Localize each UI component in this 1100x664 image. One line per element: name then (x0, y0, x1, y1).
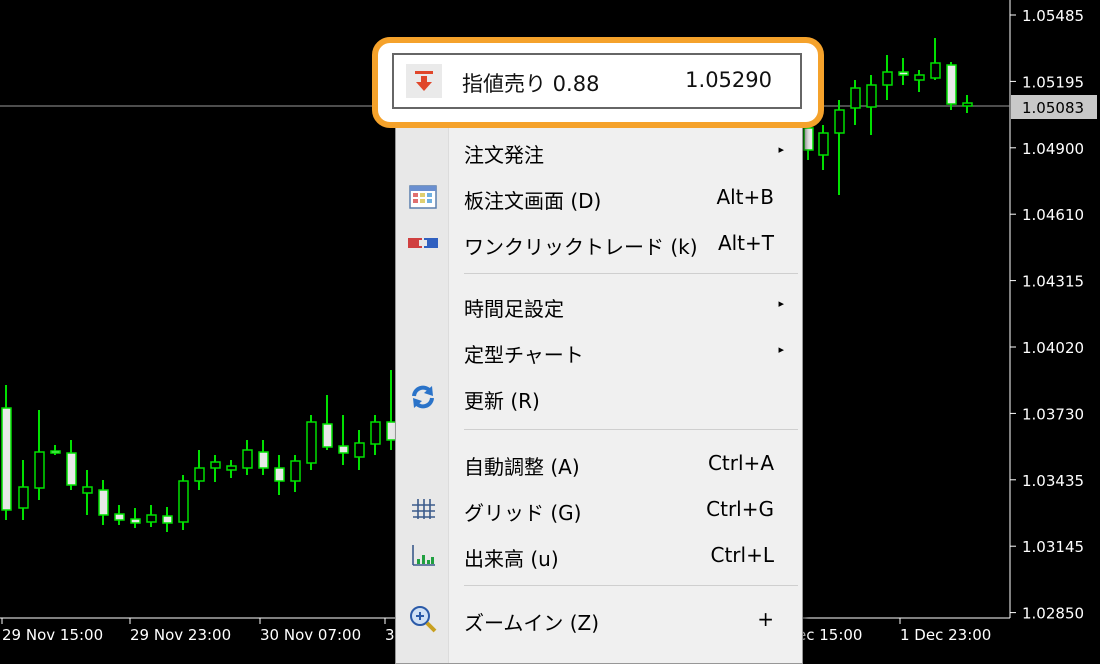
menu-item-one-click-trading[interactable]: ワンクリックトレード (k) Alt+T (396, 221, 802, 265)
candle-body (882, 71, 893, 86)
menu-item-label: 出来高 (u) (464, 547, 559, 571)
grid-icon (408, 495, 438, 523)
time-tick-label: 29 Nov 15:00 (2, 626, 103, 644)
menu-item-shortcut: Ctrl+A (707, 451, 774, 475)
time-tick-label: 29 Nov 23:00 (130, 626, 231, 644)
menu-item-label: 時間足設定 (464, 297, 564, 321)
menu-item-timeframes[interactable]: 時間足設定 ▸ (396, 283, 802, 327)
menu-item-shortcut: Ctrl+L (710, 543, 775, 567)
price-tick-label: 1.05195 (1022, 73, 1084, 91)
menu-item-shortcut: Ctrl+G (706, 497, 774, 521)
price-tick-label: 1.03730 (1022, 405, 1084, 423)
submenu-arrow-icon: ▸ (778, 343, 784, 356)
candle-body (18, 486, 29, 509)
time-tick-label: 1 Dec 23:00 (900, 626, 991, 644)
candle-body (370, 421, 381, 445)
candle-body (946, 64, 957, 105)
candle-body (898, 71, 909, 76)
candle-body (258, 451, 269, 469)
zoom-in-icon (408, 605, 438, 633)
candle-body (274, 467, 285, 482)
menu-item-grid[interactable]: グリッド (G) Ctrl+G (396, 487, 802, 531)
submenu-arrow-icon: ▸ (778, 143, 784, 156)
candle-body (803, 127, 814, 151)
candle-body (834, 109, 845, 134)
time-tick-label: 30 Nov 07:00 (260, 626, 361, 644)
candle-body (210, 461, 221, 469)
menu-item-label: ズームイン (Z) (464, 611, 600, 635)
candle-body (290, 460, 301, 482)
menu-item-label: 注文発注 (464, 143, 544, 167)
one-click-trading-icon (408, 229, 438, 257)
highlighted-menu-item-callout: 指値売り 0.88 1.05290 (372, 37, 824, 128)
time-tick-label: ec 15:00 (797, 626, 862, 644)
refresh-icon (408, 383, 438, 411)
sell-limit-label: 指値売り 0.88 (462, 72, 600, 96)
candle-body (226, 465, 237, 471)
candle-body (850, 87, 861, 109)
menu-item-refresh[interactable]: 更新 (R) (396, 375, 802, 419)
price-tick-label: 1.03435 (1022, 472, 1084, 490)
menu-item-auto-scroll[interactable]: 自動調整 (A) Ctrl+A (396, 441, 802, 485)
price-tick-label: 1.02850 (1022, 605, 1084, 623)
menu-item-zoom-in[interactable]: ズームイン (Z) + (396, 597, 802, 641)
menu-item-volumes[interactable]: 出来高 (u) Ctrl+L (396, 533, 802, 577)
price-tick-label: 1.04020 (1022, 339, 1084, 357)
menu-item-sell-limit[interactable]: 指値売り 0.88 1.05290 (392, 53, 802, 109)
price-tick-label: 1.05485 (1022, 7, 1084, 25)
menu-separator (464, 585, 798, 586)
menu-separator (464, 429, 798, 430)
menu-item-shortcut: Alt+B (716, 185, 774, 209)
candle-body (130, 518, 141, 524)
menu-item-shortcut: + (757, 607, 774, 631)
candle-body (50, 450, 61, 454)
context-menu: 注文発注 ▸ 板注文画面 (D) Alt+B ワンクリックトレード (k) Al… (395, 44, 803, 664)
price-tick-label: 1.04610 (1022, 206, 1084, 224)
candle-body (866, 84, 877, 108)
sell-limit-arrow-icon (406, 64, 442, 98)
price-tick-label: 1.04900 (1022, 140, 1084, 158)
menu-item-label: ワンクリックトレード (k) (464, 235, 698, 259)
candle-body (66, 452, 77, 486)
time-tick-label: 3 (385, 626, 395, 644)
menu-item-templates[interactable]: 定型チャート ▸ (396, 329, 802, 373)
menu-item-trading[interactable]: 注文発注 ▸ (396, 129, 802, 173)
menu-item-shortcut: Alt+T (717, 231, 774, 255)
candle-body (306, 421, 317, 464)
menu-item-label: 定型チャート (464, 343, 584, 367)
candle-body (930, 62, 941, 79)
volume-icon (408, 541, 438, 569)
candle-body (1, 407, 12, 511)
depth-of-market-icon (408, 183, 438, 211)
current-price-label: 1.05083 (1022, 99, 1084, 117)
menu-item-label: 自動調整 (A) (464, 455, 580, 479)
candle-body (98, 489, 109, 516)
submenu-arrow-icon: ▸ (778, 297, 784, 310)
menu-separator (464, 273, 798, 274)
candle-body (914, 74, 925, 81)
candle-body (818, 132, 829, 156)
menu-item-label: 板注文画面 (D) (464, 189, 602, 213)
menu-item-label: 更新 (R) (464, 389, 540, 413)
candle-body (34, 451, 45, 489)
menu-item-depth-of-market[interactable]: 板注文画面 (D) Alt+B (396, 175, 802, 219)
candle-body (322, 423, 333, 448)
candle-body (338, 445, 349, 454)
candle-body (178, 480, 189, 523)
candle-body (962, 102, 973, 107)
candle-body (82, 486, 93, 494)
candle-body (162, 515, 173, 524)
candle-body (242, 449, 253, 469)
sell-limit-price: 1.05290 (685, 68, 772, 92)
candle-body (114, 513, 125, 521)
candle-body (354, 442, 365, 458)
price-tick-label: 1.04315 (1022, 273, 1084, 291)
menu-item-label: グリッド (G) (464, 501, 582, 525)
candle-body (146, 514, 157, 523)
price-tick-label: 1.03145 (1022, 538, 1084, 556)
candle-body (194, 467, 205, 482)
